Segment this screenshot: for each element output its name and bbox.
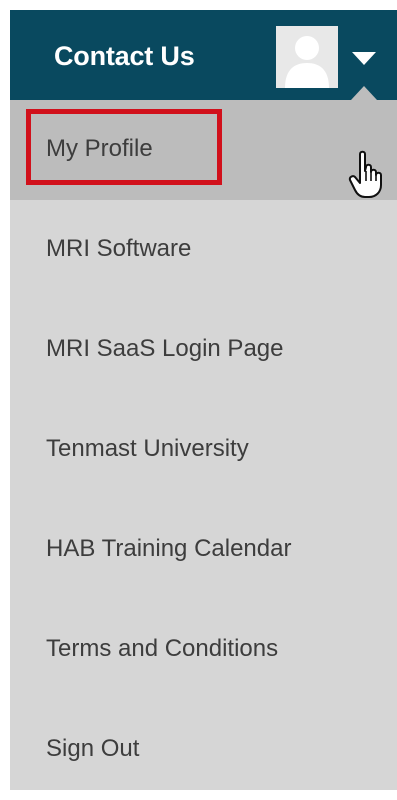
dropdown-pointer-notch	[351, 86, 377, 100]
menu-item-label: HAB Training Calendar	[46, 535, 292, 562]
contact-us-link[interactable]: Contact Us	[54, 41, 195, 72]
user-avatar-icon[interactable]	[276, 26, 338, 88]
menu-item-label: Tenmast University	[46, 435, 249, 462]
menu-item-label: My Profile	[46, 135, 153, 162]
user-menu: My Profile MRI Software MRI SaaS Login P…	[10, 100, 397, 790]
menu-item-hab-training-calendar[interactable]: HAB Training Calendar	[10, 500, 397, 600]
dropdown-toggle-caret-icon[interactable]	[346, 40, 382, 76]
menu-item-terms-and-conditions[interactable]: Terms and Conditions	[10, 600, 397, 700]
menu-item-sign-out[interactable]: Sign Out	[10, 700, 397, 800]
menu-item-label: Terms and Conditions	[46, 635, 279, 662]
hand-pointer-cursor-icon	[348, 149, 388, 199]
menu-item-mri-saas-login[interactable]: MRI SaaS Login Page	[10, 300, 397, 400]
menu-item-my-profile[interactable]: My Profile	[10, 100, 397, 200]
menu-item-label: MRI Software	[46, 235, 192, 262]
menu-item-mri-software[interactable]: MRI Software	[10, 200, 397, 300]
menu-item-tenmast-university[interactable]: Tenmast University	[10, 400, 397, 500]
menu-item-label: MRI SaaS Login Page	[46, 335, 284, 362]
top-bar: Contact Us	[10, 10, 397, 100]
user-dropdown-panel: Contact Us My Profile MRI Software MRI S…	[10, 10, 397, 790]
menu-item-label: Sign Out	[46, 735, 140, 762]
